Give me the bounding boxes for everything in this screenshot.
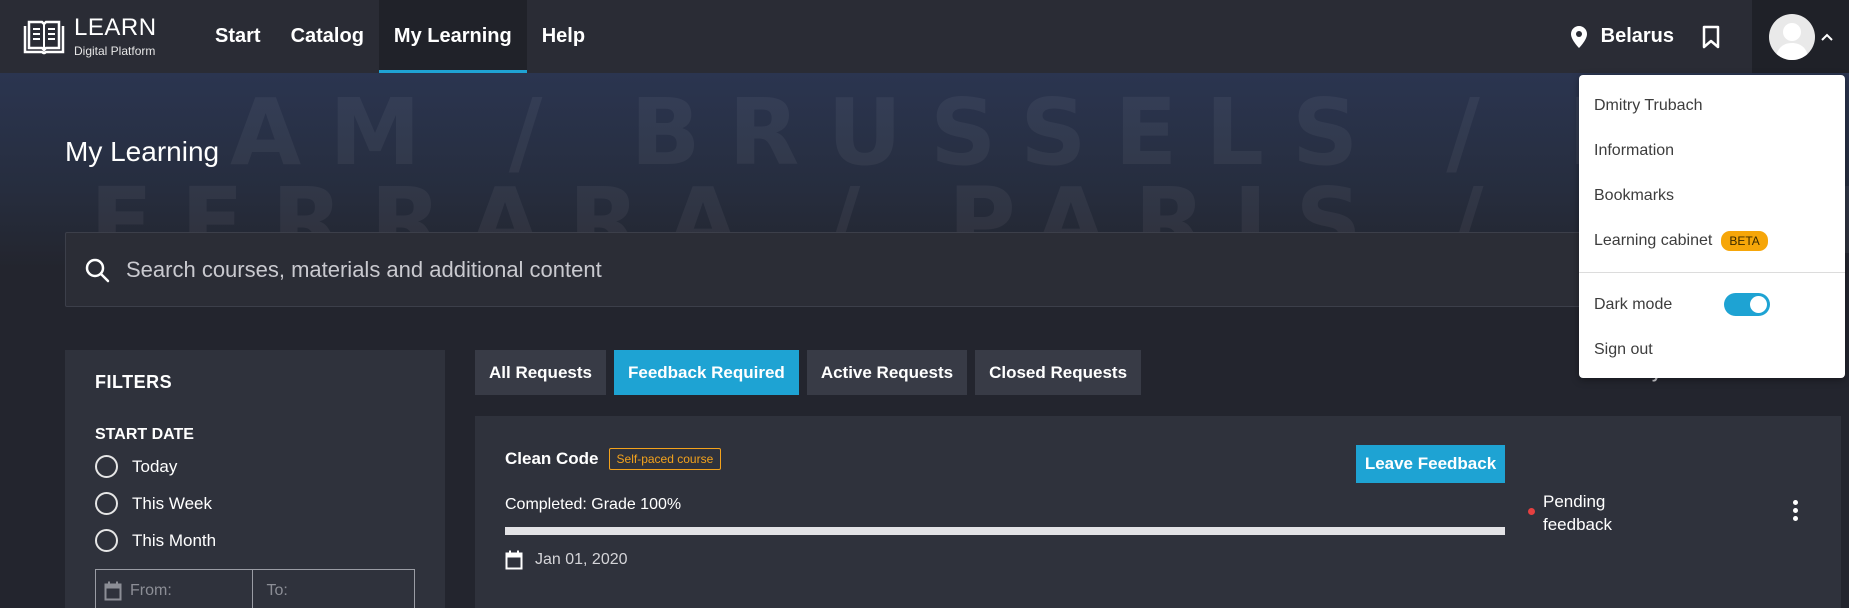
search-bar (65, 232, 1785, 307)
tab-all-requests[interactable]: All Requests (475, 350, 606, 395)
status-dot (1528, 508, 1535, 515)
tab-active-requests[interactable]: Active Requests (806, 350, 968, 395)
progress-bar (505, 527, 1505, 535)
location-selector[interactable]: Belarus (1570, 25, 1674, 48)
top-navigation-bar: LEARN Digital Platform Start Catalog My … (0, 0, 1849, 73)
search-input[interactable] (126, 256, 1326, 283)
status-indicator: Pending feedback (1528, 490, 1623, 536)
avatar-icon (1774, 22, 1809, 60)
avatar (1768, 13, 1815, 60)
search-icon (85, 258, 110, 282)
beta-badge: BETA (1721, 230, 1768, 251)
filter-option-label: This Week (132, 493, 212, 513)
date-to-placeholder: To: (266, 582, 288, 599)
course-type-badge: Self-paced course (608, 448, 722, 470)
menu-item-dark-mode: Dark mode (1579, 282, 1845, 327)
course-card: Clean Code Self-paced course Leave Feedb… (475, 416, 1841, 608)
menu-item-user-name[interactable]: Dmitry Trubach (1579, 83, 1845, 128)
nav-item-start[interactable]: Start (200, 0, 276, 73)
filter-option-label: This Month (132, 530, 217, 550)
logo[interactable]: LEARN Digital Platform (22, 16, 200, 57)
main-nav: Start Catalog My Learning Help (200, 0, 600, 73)
profile-dropdown-menu: Dmitry Trubach Information Bookmarks Lea… (1579, 75, 1845, 378)
profile-menu-button[interactable] (1752, 0, 1849, 73)
course-title[interactable]: Clean Code (505, 449, 599, 469)
filters-title: FILTERS (95, 372, 173, 392)
page-title: My Learning (65, 136, 220, 167)
more-options-icon[interactable] (1793, 500, 1798, 521)
logo-title: LEARN (74, 14, 157, 41)
tab-feedback-required[interactable]: Feedback Required (613, 350, 799, 395)
nav-item-catalog[interactable]: Catalog (276, 0, 379, 73)
menu-divider (1579, 272, 1845, 273)
filter-option-this-week[interactable]: This Week (95, 489, 415, 518)
leave-feedback-button[interactable]: Leave Feedback (1356, 445, 1505, 483)
radio-button[interactable] (95, 529, 118, 552)
chevron-up-icon (1820, 33, 1833, 41)
filter-option-label: Today (132, 456, 178, 476)
radio-button[interactable] (95, 455, 118, 478)
start-date-title: START DATE (95, 426, 194, 443)
toggle-knob (1750, 296, 1768, 313)
book-logo-icon (23, 20, 65, 54)
menu-item-information[interactable]: Information (1579, 128, 1845, 173)
status-text: Pending feedback (1543, 492, 1612, 534)
learning-cabinet-label: Learning cabinet (1594, 231, 1713, 249)
date-to-field[interactable]: To: (251, 570, 415, 608)
filter-option-today[interactable]: Today (95, 452, 415, 481)
menu-item-bookmarks[interactable]: Bookmarks (1579, 173, 1845, 218)
location-label: Belarus (1600, 25, 1674, 47)
date-from-placeholder: From: (130, 582, 172, 599)
course-date: Jan 01, 2020 (535, 551, 628, 568)
dark-mode-toggle[interactable] (1724, 293, 1771, 316)
calendar-icon (505, 550, 523, 570)
menu-item-sign-out[interactable]: Sign out (1579, 327, 1845, 372)
grade-text: Completed: Grade 100% (505, 496, 682, 513)
nav-item-help[interactable]: Help (527, 0, 600, 73)
logo-subtitle: Digital Platform (74, 44, 156, 58)
progress-fill (505, 527, 1505, 535)
filter-option-this-month[interactable]: This Month (95, 526, 415, 555)
menu-item-learning-cabinet[interactable]: Learning cabinet BETA (1579, 218, 1845, 263)
radio-button[interactable] (95, 492, 118, 515)
dark-mode-label: Dark mode (1594, 295, 1673, 313)
location-pin-icon (1570, 25, 1587, 48)
date-range-picker: From: To: (95, 569, 415, 608)
tab-closed-requests[interactable]: Closed Requests (975, 350, 1142, 395)
nav-item-my-learning[interactable]: My Learning (378, 0, 527, 73)
calendar-icon (104, 581, 122, 601)
filters-panel: FILTERS START DATE Today This Week This … (65, 350, 445, 608)
bookmark-icon (1702, 25, 1720, 48)
request-tabs: All Requests Feedback Required Active Re… (475, 350, 1149, 395)
bookmarks-button[interactable] (1702, 25, 1720, 49)
date-from-field[interactable]: From: (96, 570, 252, 608)
